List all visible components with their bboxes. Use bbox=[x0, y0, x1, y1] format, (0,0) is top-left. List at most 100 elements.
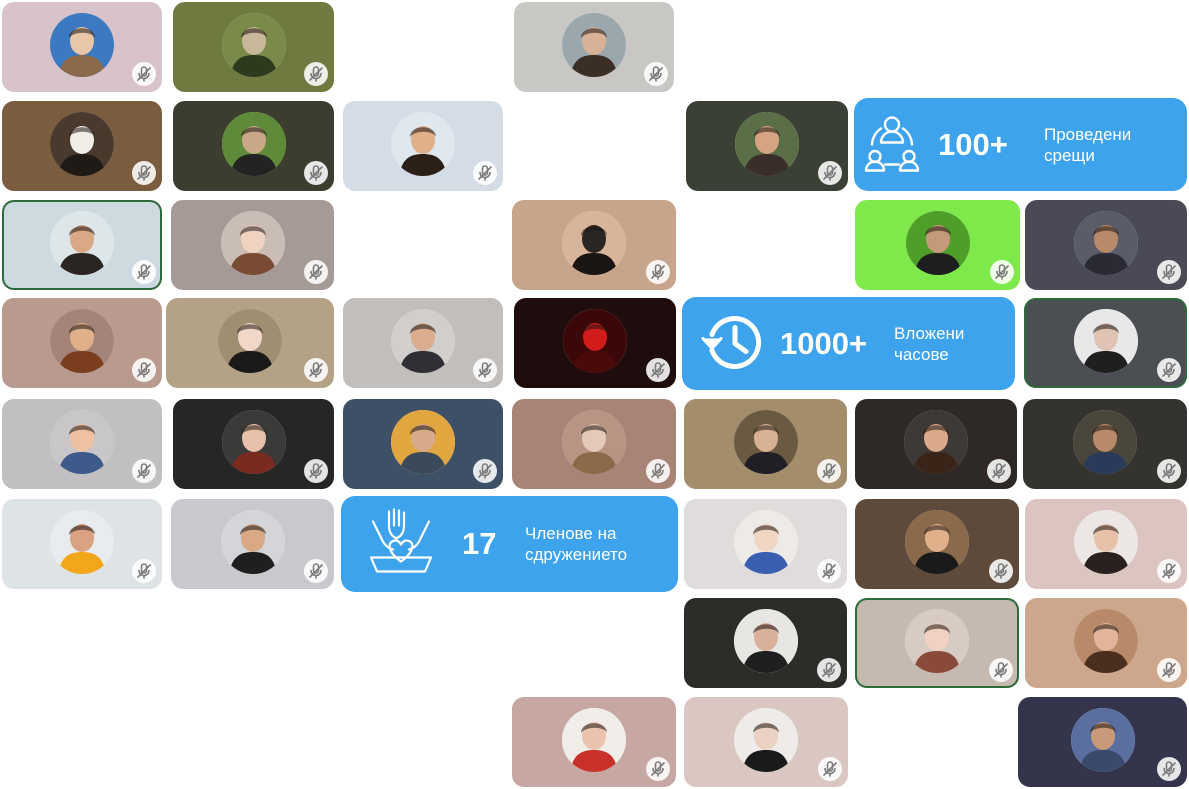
microphone-off-icon[interactable] bbox=[304, 62, 328, 86]
participant-avatar bbox=[50, 309, 114, 373]
participant-video-tile[interactable] bbox=[173, 399, 334, 489]
microphone-off-icon[interactable] bbox=[818, 757, 842, 781]
stat-hours-card: 1000+ Вложени часове bbox=[682, 297, 1015, 390]
participant-video-tile[interactable] bbox=[512, 200, 676, 290]
participant-video-tile[interactable] bbox=[512, 399, 676, 489]
participant-avatar bbox=[221, 112, 286, 176]
participant-video-tile[interactable] bbox=[2, 2, 162, 92]
participant-video-tile[interactable] bbox=[514, 298, 676, 388]
participant-video-tile[interactable] bbox=[2, 101, 162, 191]
participant-avatar bbox=[50, 410, 114, 474]
microphone-off-icon[interactable] bbox=[1157, 559, 1181, 583]
participant-avatar bbox=[733, 609, 798, 673]
microphone-off-icon[interactable] bbox=[304, 358, 328, 382]
microphone-off-icon[interactable] bbox=[473, 459, 497, 483]
participant-video-tile[interactable] bbox=[1023, 399, 1187, 489]
participant-video-tile[interactable] bbox=[2, 298, 162, 388]
microphone-off-icon[interactable] bbox=[646, 459, 670, 483]
microphone-off-icon[interactable] bbox=[990, 260, 1014, 284]
microphone-off-icon[interactable] bbox=[1157, 459, 1181, 483]
participant-video-tile[interactable] bbox=[171, 499, 334, 589]
participant-video-tile[interactable] bbox=[686, 101, 848, 191]
microphone-off-icon[interactable] bbox=[817, 658, 841, 682]
participant-video-tile[interactable] bbox=[684, 399, 847, 489]
microphone-off-icon[interactable] bbox=[132, 62, 156, 86]
participant-video-tile[interactable] bbox=[173, 2, 334, 92]
participant-video-tile[interactable] bbox=[343, 298, 503, 388]
stat-members-number: 17 bbox=[462, 526, 497, 561]
participant-avatar bbox=[562, 13, 626, 77]
microphone-off-icon[interactable] bbox=[473, 161, 497, 185]
participant-video-tile[interactable] bbox=[855, 399, 1017, 489]
microphone-off-icon[interactable] bbox=[987, 459, 1011, 483]
microphone-off-icon[interactable] bbox=[1157, 358, 1181, 382]
participant-avatar bbox=[50, 211, 114, 275]
participant-video-tile[interactable] bbox=[171, 200, 334, 290]
microphone-off-icon[interactable] bbox=[304, 559, 328, 583]
microphone-off-icon[interactable] bbox=[132, 161, 156, 185]
participant-video-tile[interactable] bbox=[855, 499, 1019, 589]
participant-avatar bbox=[562, 211, 626, 275]
participant-video-tile[interactable] bbox=[173, 101, 334, 191]
microphone-off-icon[interactable] bbox=[646, 757, 670, 781]
participant-avatar bbox=[905, 510, 969, 574]
microphone-off-icon[interactable] bbox=[473, 358, 497, 382]
microphone-off-icon[interactable] bbox=[646, 358, 670, 382]
participant-video-tile[interactable] bbox=[1024, 298, 1187, 388]
microphone-off-icon[interactable] bbox=[132, 260, 156, 284]
microphone-off-icon[interactable] bbox=[304, 459, 328, 483]
participant-video-tile[interactable] bbox=[684, 598, 847, 688]
participant-video-tile[interactable] bbox=[1025, 200, 1187, 290]
participant-video-tile[interactable] bbox=[2, 399, 162, 489]
microphone-off-icon[interactable] bbox=[132, 358, 156, 382]
participant-video-tile[interactable] bbox=[514, 2, 674, 92]
participant-video-tile[interactable] bbox=[855, 598, 1019, 688]
participant-avatar bbox=[1070, 708, 1135, 772]
microphone-off-icon[interactable] bbox=[646, 260, 670, 284]
participant-avatar bbox=[1073, 309, 1138, 373]
stat-meetings-label: Проведени срещи bbox=[1044, 124, 1132, 165]
microphone-off-icon[interactable] bbox=[989, 559, 1013, 583]
participant-avatar bbox=[562, 708, 626, 772]
participant-video-tile[interactable] bbox=[166, 298, 334, 388]
participant-avatar bbox=[1073, 410, 1137, 474]
participant-avatar bbox=[1074, 510, 1138, 574]
participant-avatar bbox=[50, 112, 114, 176]
raised-hands-heart-icon bbox=[367, 508, 435, 581]
microphone-off-icon[interactable] bbox=[1157, 757, 1181, 781]
microphone-off-icon[interactable] bbox=[817, 559, 841, 583]
participant-video-tile[interactable] bbox=[1025, 598, 1187, 688]
participant-avatar bbox=[733, 510, 798, 574]
participant-video-tile[interactable] bbox=[684, 499, 847, 589]
participant-video-tile[interactable] bbox=[1025, 499, 1187, 589]
participant-avatar bbox=[50, 13, 114, 77]
participant-video-tile[interactable] bbox=[855, 200, 1020, 290]
microphone-off-icon[interactable] bbox=[304, 260, 328, 284]
participant-video-tile[interactable] bbox=[1018, 697, 1187, 787]
participant-avatar bbox=[905, 609, 969, 673]
participant-video-tile[interactable] bbox=[684, 697, 848, 787]
participant-video-tile[interactable] bbox=[343, 101, 503, 191]
participant-video-tile[interactable] bbox=[2, 499, 162, 589]
microphone-off-icon[interactable] bbox=[989, 658, 1013, 682]
participant-video-tile[interactable] bbox=[2, 200, 162, 290]
participant-avatar bbox=[220, 510, 285, 574]
participant-avatar bbox=[905, 211, 970, 275]
microphone-off-icon[interactable] bbox=[132, 459, 156, 483]
participant-avatar bbox=[391, 112, 455, 176]
microphone-off-icon[interactable] bbox=[1157, 260, 1181, 284]
microphone-off-icon[interactable] bbox=[304, 161, 328, 185]
microphone-off-icon[interactable] bbox=[132, 559, 156, 583]
clock-history-icon bbox=[700, 308, 766, 379]
microphone-off-icon[interactable] bbox=[817, 459, 841, 483]
microphone-off-icon[interactable] bbox=[1157, 658, 1181, 682]
participant-avatar bbox=[1074, 211, 1138, 275]
microphone-off-icon[interactable] bbox=[818, 161, 842, 185]
participant-video-tile[interactable] bbox=[343, 399, 503, 489]
microphone-off-icon[interactable] bbox=[644, 62, 668, 86]
participant-avatar bbox=[562, 410, 626, 474]
participant-avatar bbox=[221, 410, 286, 474]
stat-members-card: 17 Членове на сдружението bbox=[341, 496, 678, 592]
participant-video-tile[interactable] bbox=[512, 697, 676, 787]
stat-members-label: Членове на сдружението bbox=[525, 524, 628, 564]
